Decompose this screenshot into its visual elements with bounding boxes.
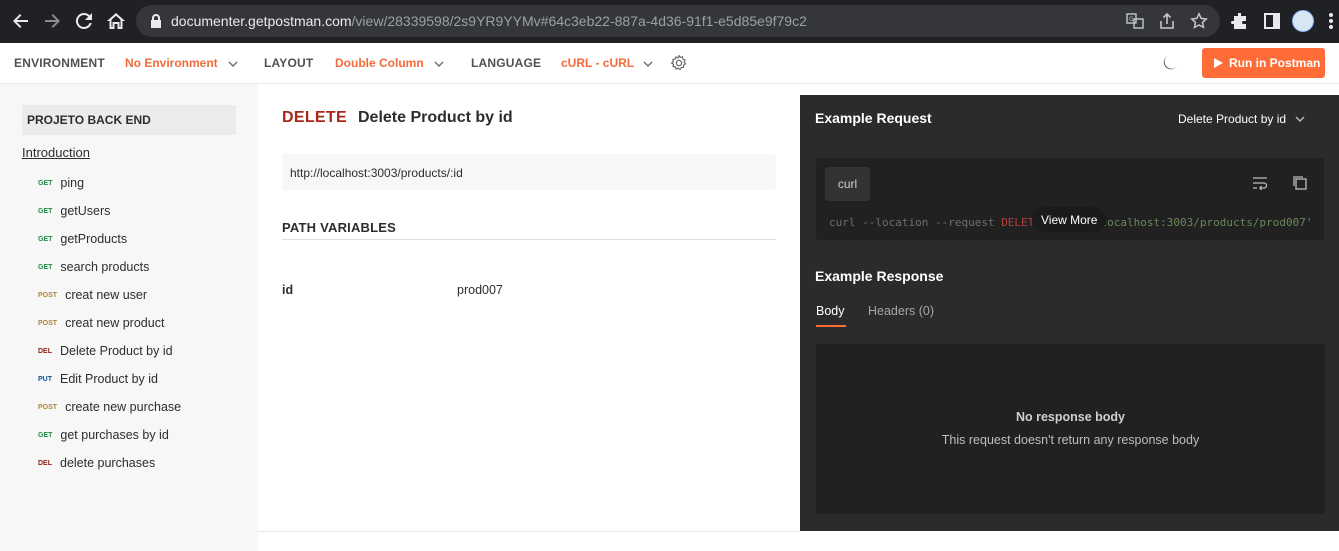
extensions-puzzle-icon[interactable] [1230, 11, 1250, 31]
method-badge: GET [38, 235, 53, 243]
browser-toolbar: documenter.getpostman.com/view/28339598/… [0, 0, 1339, 43]
request-method: DELETE [282, 109, 347, 126]
environment-dropdown[interactable]: No Environment [125, 56, 218, 70]
sidebar-item-ping[interactable]: GET ping [38, 173, 84, 193]
code-snippet: curl curl --location --request DELETE 'h… [816, 158, 1324, 240]
example-request-dropdown[interactable]: Delete Product by id [1178, 112, 1306, 126]
tab-body[interactable]: Body [816, 304, 845, 318]
sidebar-item-label: ping [60, 176, 85, 190]
sidebar-item-delete-purchases[interactable]: DEL delete purchases [38, 453, 155, 473]
request-url: http://localhost:3003/products/:id [282, 154, 776, 190]
lock-icon [151, 14, 161, 28]
method-badge: PUT [38, 375, 52, 383]
language-label: LANGUAGE [471, 56, 542, 70]
back-arrow-icon[interactable] [5, 5, 37, 37]
chevron-down-icon[interactable] [642, 58, 654, 70]
layout-label: LAYOUT [264, 56, 314, 70]
sidebar-item-label: delete purchases [60, 456, 156, 470]
method-badge: POST [38, 291, 58, 299]
collection-name[interactable]: PROJETO BACK END [22, 105, 236, 135]
sidebar-item-label: getProducts [60, 232, 128, 246]
sidebar-item-label: Delete Product by id [60, 344, 173, 358]
no-response-title: No response body [1015, 410, 1126, 424]
request-details: DELETE Delete Product by id http://local… [258, 84, 800, 531]
path-variable-value: prod007 [457, 283, 503, 297]
path-variables-heading: PATH VARIABLES [282, 220, 397, 235]
active-tab-indicator [816, 325, 846, 327]
side-panel-icon[interactable] [1262, 11, 1282, 31]
sidebar-item-creat-new-product[interactable]: POST creat new product [38, 313, 164, 333]
chevron-down-icon[interactable] [227, 58, 239, 70]
sidebar-item-label: getUsers [60, 204, 111, 218]
run-in-postman-label: Run in Postman [1229, 56, 1321, 70]
method-badge: DEL [38, 347, 52, 355]
sidebar-item-label: Edit Product by id [60, 372, 158, 386]
svg-text:G: G [1129, 16, 1134, 23]
language-dropdown[interactable]: cURL - cURL [561, 56, 634, 70]
share-icon[interactable] [1158, 12, 1176, 30]
documenter-topbar: ENVIRONMENT No Environment LAYOUT Double… [0, 43, 1339, 84]
request-title: Delete Product by id [358, 109, 513, 126]
view-more-button[interactable]: View More [1032, 207, 1107, 232]
browser-menu-icon[interactable] [1327, 10, 1335, 32]
divider [282, 239, 776, 240]
sidebar-item-getproducts[interactable]: GET getProducts [38, 229, 127, 249]
sidebar-item-label: creat new product [65, 316, 165, 330]
sidebar: PROJETO BACK END Introduction GET ping G… [0, 84, 258, 551]
wrap-lines-icon[interactable] [1251, 174, 1269, 192]
reload-icon[interactable] [68, 5, 100, 37]
method-badge: POST [38, 403, 58, 411]
translate-icon[interactable]: G [1126, 12, 1144, 30]
path-variable-key: id [282, 283, 294, 297]
url-text: documenter.getpostman.com/view/28339598/… [171, 13, 807, 29]
sidebar-item-edit-product-by-id[interactable]: PUT Edit Product by id [38, 369, 158, 389]
sidebar-item-label: creat new user [65, 288, 148, 302]
method-badge: GET [38, 179, 53, 187]
sidebar-item-delete-product-by-id[interactable]: DEL Delete Product by id [38, 341, 173, 361]
address-bar[interactable]: documenter.getpostman.com/view/28339598/… [136, 5, 1220, 37]
layout-dropdown[interactable]: Double Column [335, 56, 424, 70]
method-badge: GET [38, 431, 53, 439]
chevron-down-icon[interactable] [433, 58, 445, 70]
forward-arrow-icon[interactable] [36, 5, 68, 37]
tab-headers[interactable]: Headers (0) [868, 304, 934, 318]
language-tag: curl [825, 167, 870, 201]
sidebar-item-label: create new purchase [65, 400, 182, 414]
sidebar-item-label: search products [60, 260, 150, 274]
chevron-down-icon [1295, 116, 1305, 122]
play-icon [1214, 58, 1223, 68]
divider [258, 531, 800, 532]
sidebar-item-create-new-purchase[interactable]: POST create new purchase [38, 397, 181, 417]
example-response-title: Example Response [815, 268, 944, 284]
profile-avatar[interactable] [1292, 10, 1314, 32]
environment-label: ENVIRONMENT [14, 56, 105, 70]
example-panel: Example Request Delete Product by id cur… [800, 95, 1339, 531]
response-body: No response body This request doesn't re… [816, 344, 1325, 514]
sidebar-item-getusers[interactable]: GET getUsers [38, 201, 110, 221]
sidebar-item-label: get purchases by id [60, 428, 169, 442]
method-badge: POST [38, 319, 58, 327]
sidebar-item-get-purchases-by-id[interactable]: GET get purchases by id [38, 425, 169, 445]
sidebar-introduction-link[interactable]: Introduction [22, 145, 90, 160]
copy-icon[interactable] [1291, 174, 1309, 192]
sidebar-item-search-products[interactable]: GET search products [38, 257, 149, 277]
sidebar-item-creat-new-user[interactable]: POST creat new user [38, 285, 147, 305]
gear-icon[interactable] [670, 54, 688, 72]
home-icon[interactable] [100, 5, 132, 37]
method-badge: GET [38, 263, 53, 271]
moon-icon[interactable] [1161, 54, 1179, 72]
example-request-title: Example Request [815, 110, 932, 126]
run-in-postman-button[interactable]: Run in Postman [1202, 48, 1325, 78]
method-badge: DEL [38, 459, 52, 467]
example-request-dropdown-label: Delete Product by id [1178, 112, 1287, 126]
method-badge: GET [38, 207, 53, 215]
bookmark-star-icon[interactable] [1190, 12, 1208, 30]
no-response-message: This request doesn't return any response… [941, 433, 1200, 447]
